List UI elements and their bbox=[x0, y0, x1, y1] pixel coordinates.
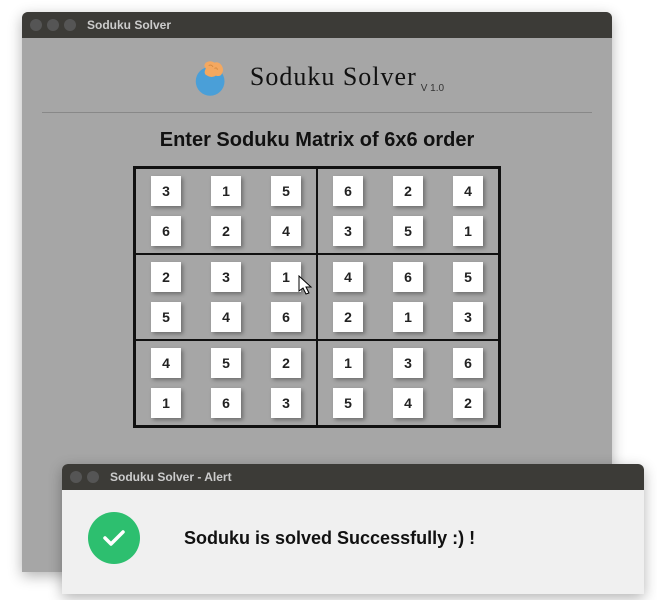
cell-0-0[interactable] bbox=[151, 176, 181, 206]
cell-4-3[interactable] bbox=[333, 348, 363, 378]
block-1-0 bbox=[135, 254, 317, 340]
cell-2-0[interactable] bbox=[151, 262, 181, 292]
cell-3-2[interactable] bbox=[271, 302, 301, 332]
cell-1-5[interactable] bbox=[453, 216, 483, 246]
cell-4-2[interactable] bbox=[271, 348, 301, 378]
cell-3-0[interactable] bbox=[151, 302, 181, 332]
cell-2-2[interactable] bbox=[271, 262, 301, 292]
alert-body: Soduku is solved Successfully :) ! bbox=[62, 490, 644, 594]
cell-3-5[interactable] bbox=[453, 302, 483, 332]
app-title: Soduku Solver bbox=[250, 62, 417, 92]
block-2-1 bbox=[317, 340, 499, 426]
cell-3-3[interactable] bbox=[333, 302, 363, 332]
app-version: V 1.0 bbox=[421, 83, 444, 100]
header-divider bbox=[42, 112, 592, 113]
cell-2-1[interactable] bbox=[211, 262, 241, 292]
close-button[interactable] bbox=[30, 19, 42, 31]
cell-4-5[interactable] bbox=[453, 348, 483, 378]
cell-5-5[interactable] bbox=[453, 388, 483, 418]
cell-4-1[interactable] bbox=[211, 348, 241, 378]
cell-1-1[interactable] bbox=[211, 216, 241, 246]
cell-3-1[interactable] bbox=[211, 302, 241, 332]
sudoku-grid bbox=[133, 166, 501, 428]
alert-close-button[interactable] bbox=[70, 471, 82, 483]
cell-0-4[interactable] bbox=[393, 176, 423, 206]
alert-window: Soduku Solver - Alert Soduku is solved S… bbox=[62, 464, 644, 594]
cell-5-4[interactable] bbox=[393, 388, 423, 418]
alert-message: Soduku is solved Successfully :) ! bbox=[184, 528, 475, 549]
alert-titlebar: Soduku Solver - Alert bbox=[62, 464, 644, 490]
brain-icon bbox=[190, 54, 236, 100]
cell-1-4[interactable] bbox=[393, 216, 423, 246]
block-2-0 bbox=[135, 340, 317, 426]
cell-4-4[interactable] bbox=[393, 348, 423, 378]
window-title: Soduku Solver bbox=[87, 18, 171, 32]
alert-title: Soduku Solver - Alert bbox=[110, 470, 232, 484]
cell-0-5[interactable] bbox=[453, 176, 483, 206]
cell-2-3[interactable] bbox=[333, 262, 363, 292]
cell-0-2[interactable] bbox=[271, 176, 301, 206]
sudoku-container bbox=[22, 166, 612, 428]
cell-5-3[interactable] bbox=[333, 388, 363, 418]
cell-5-0[interactable] bbox=[151, 388, 181, 418]
cell-2-4[interactable] bbox=[393, 262, 423, 292]
block-1-1 bbox=[317, 254, 499, 340]
titlebar: Soduku Solver bbox=[22, 12, 612, 38]
cell-4-0[interactable] bbox=[151, 348, 181, 378]
prompt-label: Enter Soduku Matrix of 6x6 order bbox=[22, 129, 612, 152]
cell-0-1[interactable] bbox=[211, 176, 241, 206]
cell-5-2[interactable] bbox=[271, 388, 301, 418]
checkmark-icon bbox=[99, 523, 129, 553]
block-0-0 bbox=[135, 168, 317, 254]
cell-3-4[interactable] bbox=[393, 302, 423, 332]
maximize-button[interactable] bbox=[64, 19, 76, 31]
cell-1-3[interactable] bbox=[333, 216, 363, 246]
alert-minimize-button[interactable] bbox=[87, 471, 99, 483]
success-icon bbox=[88, 512, 140, 564]
block-0-1 bbox=[317, 168, 499, 254]
cell-0-3[interactable] bbox=[333, 176, 363, 206]
app-header: Soduku Solver V 1.0 bbox=[22, 38, 612, 112]
cell-5-1[interactable] bbox=[211, 388, 241, 418]
cell-1-0[interactable] bbox=[151, 216, 181, 246]
cell-1-2[interactable] bbox=[271, 216, 301, 246]
cell-2-5[interactable] bbox=[453, 262, 483, 292]
minimize-button[interactable] bbox=[47, 19, 59, 31]
